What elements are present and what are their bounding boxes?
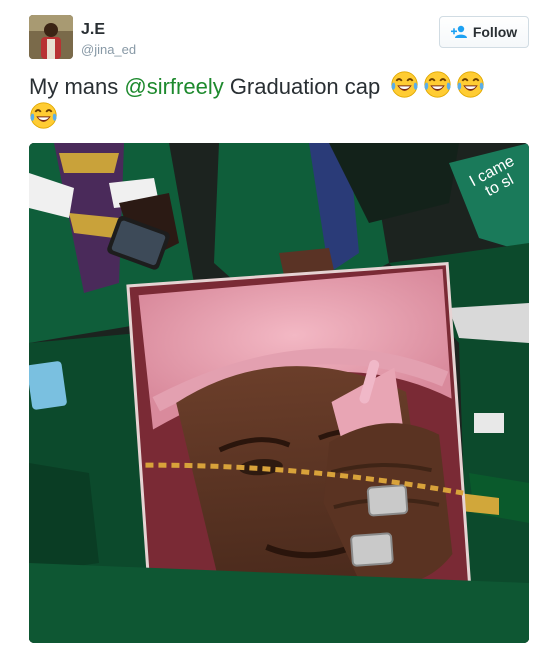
add-user-icon bbox=[450, 25, 468, 39]
follow-label: Follow bbox=[472, 24, 518, 40]
laughing-crying-emoji-icon bbox=[424, 71, 452, 98]
avatar[interactable] bbox=[29, 15, 73, 59]
mention-link[interactable]: @sirfreely bbox=[124, 74, 223, 99]
laughing-crying-emoji-icon bbox=[391, 71, 419, 98]
tweet-text-end: Graduation cap bbox=[223, 74, 387, 99]
display-name[interactable]: J.E bbox=[81, 21, 105, 39]
tweet-text-start: My mans bbox=[29, 74, 125, 99]
tweet-card: J.E @jina_ed Follow My mans @sirfreely G… bbox=[0, 0, 554, 651]
tweet-photo[interactable]: I came to sl bbox=[29, 143, 529, 643]
user-handle[interactable]: @jina_ed bbox=[81, 42, 136, 57]
follow-button[interactable]: Follow bbox=[439, 16, 529, 48]
tweet-text: My mans @sirfreely Graduation cap bbox=[29, 70, 529, 132]
laughing-crying-emoji-icon bbox=[457, 71, 485, 98]
laughing-crying-emoji-icon bbox=[30, 102, 57, 129]
